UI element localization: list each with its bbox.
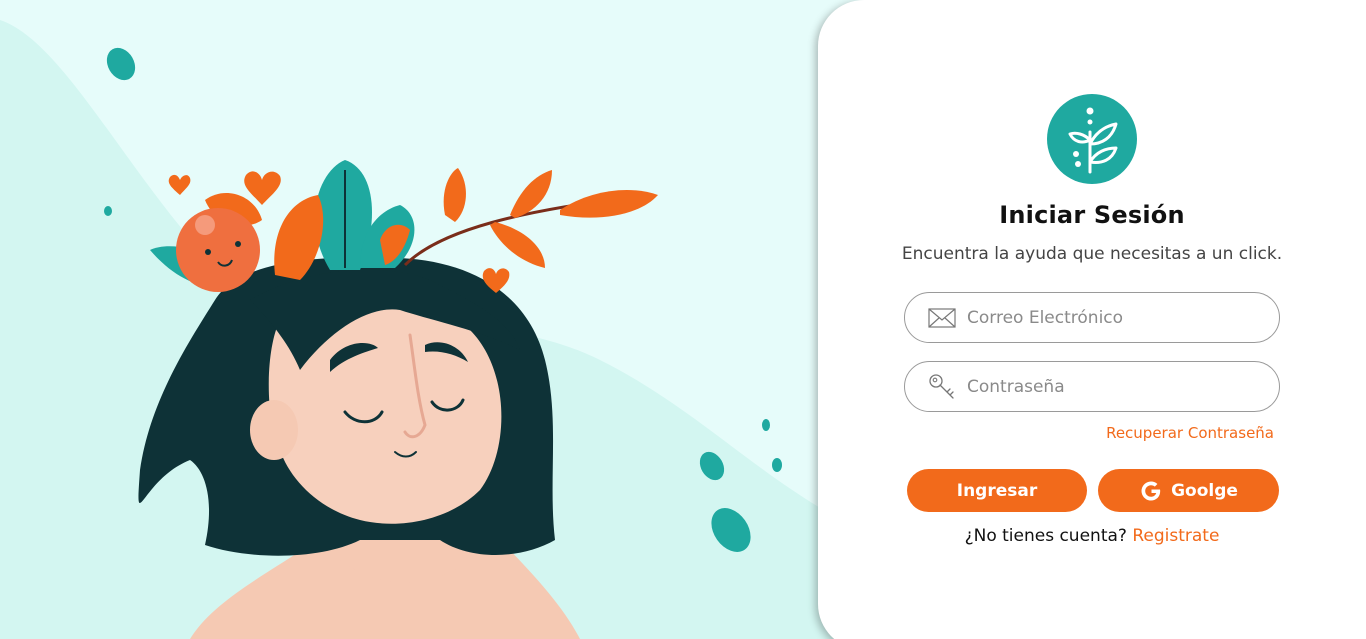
recover-password-link[interactable]: Recuperar Contraseña — [1106, 424, 1274, 442]
ear — [250, 400, 298, 460]
teal-blob — [104, 206, 112, 216]
fruit-eye — [235, 241, 241, 247]
email-field-container — [904, 292, 1280, 343]
teal-blob — [772, 458, 782, 472]
password-field-container — [904, 361, 1280, 412]
no-account-text: ¿No tienes cuenta? — [964, 526, 1127, 546]
key-icon — [927, 372, 957, 402]
page-title: Iniciar Sesión — [999, 201, 1185, 229]
email-input[interactable] — [967, 307, 1267, 328]
hero-illustration — [0, 0, 860, 639]
register-link[interactable]: Registrate — [1132, 526, 1219, 546]
teal-blob — [762, 419, 770, 431]
smiling-fruit — [176, 208, 260, 292]
google-login-button[interactable]: Goolge — [1098, 469, 1279, 512]
fruit-highlight — [195, 215, 215, 235]
plant-icon — [1047, 94, 1137, 184]
google-g-icon — [1139, 479, 1163, 503]
signup-prompt: ¿No tienes cuenta? Registrate — [818, 526, 1366, 546]
login-card: Iniciar Sesión Encuentra la ayuda que ne… — [818, 0, 1366, 639]
fruit-eye — [205, 249, 211, 255]
login-button[interactable]: Ingresar — [907, 469, 1087, 512]
password-input[interactable] — [967, 376, 1267, 397]
google-button-label: Goolge — [1171, 480, 1238, 501]
page-subtitle: Encuentra la ayuda que necesitas a un cl… — [901, 244, 1283, 264]
envelope-icon — [927, 303, 957, 333]
